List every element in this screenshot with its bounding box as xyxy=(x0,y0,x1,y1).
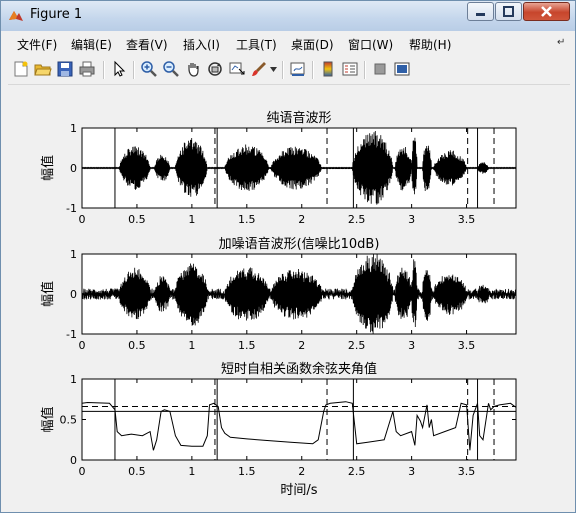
subplot-2: 0 0.5 1 1.5 2 2.5 3 3.5-101加噪语音波形(信噪比10dB)幅值 xyxy=(40,236,517,352)
menu-view[interactable]: 查看(V) xyxy=(126,36,168,53)
x-tick-label: 0.5 xyxy=(128,339,146,352)
x-tick-label: 2.5 xyxy=(348,213,366,226)
maximize-icon xyxy=(503,6,514,17)
x-tick-label: 3 xyxy=(408,213,415,226)
axes-background xyxy=(82,379,516,460)
menu-file[interactable]: 文件(F) xyxy=(17,36,57,53)
y-tick-label: 1 xyxy=(70,373,77,386)
menu-help[interactable]: 帮助(H) xyxy=(409,36,451,53)
x-tick-label: 1.5 xyxy=(238,213,256,226)
close-icon xyxy=(541,6,552,17)
brush-dropdown-arrow-icon[interactable] xyxy=(270,67,277,73)
y-tick-label: 1 xyxy=(70,248,77,261)
x-tick-label: 1 xyxy=(188,213,195,226)
figure-window: Figure 1 文件(F) 编辑(E) 查看(V) 插入(I) 工具(T) 桌… xyxy=(0,0,576,513)
menu-dock-arrow-icon[interactable]: ↵ xyxy=(557,37,565,48)
x-tick-label: 3 xyxy=(408,339,415,352)
x-tick-label: 0 xyxy=(79,213,86,226)
figure-canvas: 0 0.5 1 1.5 2 2.5 3 3.5 -1 0 1 纯语音波形 幅值 0 0.5 1 1.5 2 2.5 3… xyxy=(8,87,570,505)
menu-edit[interactable]: 编辑(E) xyxy=(71,36,112,53)
x-tick-label: 3.5 xyxy=(458,213,476,226)
menu-insert[interactable]: 插入(I) xyxy=(183,36,220,53)
subplot-1: 0 0.5 1 1.5 2 2.5 3 3.5-101纯语音波形幅值 xyxy=(40,110,517,226)
x-tick-label: 3 xyxy=(408,465,415,478)
open-file-icon[interactable] xyxy=(34,60,52,78)
x-tick-label: 2 xyxy=(298,213,305,226)
x-tick-label: 1 xyxy=(188,339,195,352)
plots-svg: 0 0.5 1 1.5 2 2.5 3 3.5-101纯语音波形幅值0 0.5 1 1.5 2 2.5 3… xyxy=(40,110,517,498)
toolbar-separator xyxy=(133,61,135,79)
menu-tools[interactable]: 工具(T) xyxy=(236,36,277,53)
close-button[interactable] xyxy=(523,2,570,21)
rotate-3d-icon[interactable] xyxy=(206,60,224,78)
subplot-title: 纯语音波形 xyxy=(266,110,331,126)
title-bar[interactable]: Figure 1 xyxy=(1,1,575,31)
print-icon[interactable] xyxy=(78,60,96,78)
x-tick-label: 1 xyxy=(188,465,195,478)
toolbar-separator xyxy=(364,61,366,79)
y-tick-label: -1 xyxy=(66,328,77,341)
y-tick-label: -1 xyxy=(66,202,77,215)
pointer-icon[interactable] xyxy=(110,60,128,78)
y-axis-label: 幅值 xyxy=(40,406,56,432)
x-tick-label: 2 xyxy=(298,465,305,478)
matlab-app-icon xyxy=(9,11,23,21)
subplot-title: 加噪语音波形(信噪比10dB) xyxy=(219,236,380,252)
toolbar-separator xyxy=(282,61,284,79)
minimize-icon xyxy=(476,13,485,16)
y-tick-label: 1 xyxy=(70,122,77,135)
new-figure-icon[interactable] xyxy=(12,60,30,78)
y-tick-label: 0 xyxy=(70,288,77,301)
x-tick-label: 0 xyxy=(79,339,86,352)
save-icon[interactable] xyxy=(56,60,74,78)
x-tick-label: 3.5 xyxy=(458,465,476,478)
y-tick-label: 0 xyxy=(70,162,77,175)
minimize-button[interactable] xyxy=(467,2,494,21)
toolbar-separator xyxy=(312,61,314,79)
zoom-out-icon[interactable] xyxy=(162,60,180,78)
y-axis-label: 幅值 xyxy=(40,155,56,181)
x-tick-label: 2.5 xyxy=(348,339,366,352)
x-tick-label: 3.5 xyxy=(458,339,476,352)
menu-desktop[interactable]: 桌面(D) xyxy=(291,36,334,53)
x-axis-label: 时间/s xyxy=(280,483,317,498)
subplot-3: 0 0.5 1 1.5 2 2.5 3 3.5 0 0.5 1 短时自相关函数余弦夹角值幅值时间/s xyxy=(40,361,517,498)
x-tick-label: 2 xyxy=(298,339,305,352)
x-tick-label: 0.5 xyxy=(128,465,146,478)
y-tick-label: 0 xyxy=(70,454,77,467)
figure-toolbar xyxy=(8,56,570,85)
colorbar-icon[interactable] xyxy=(319,60,337,78)
pan-icon[interactable] xyxy=(184,60,202,78)
y-axis-label: 幅值 xyxy=(40,281,56,307)
show-plot-tools-icon[interactable] xyxy=(393,60,411,78)
x-tick-label: 0.5 xyxy=(128,213,146,226)
hide-plot-tools-icon[interactable] xyxy=(371,60,389,78)
toolbar-separator xyxy=(103,61,105,79)
x-tick-label: 2.5 xyxy=(348,465,366,478)
zoom-in-icon[interactable] xyxy=(140,60,158,78)
link-plot-icon[interactable] xyxy=(289,60,307,78)
data-cursor-icon[interactable] xyxy=(228,60,246,78)
menu-window[interactable]: 窗口(W) xyxy=(348,36,393,53)
x-tick-label: 1.5 xyxy=(238,465,256,478)
maximize-button[interactable] xyxy=(495,2,522,21)
x-tick-label: 0 xyxy=(79,465,86,478)
menu-bar: 文件(F) 编辑(E) 查看(V) 插入(I) 工具(T) 桌面(D) 窗口(W… xyxy=(8,32,570,54)
y-tick-label: 0.5 xyxy=(60,414,78,427)
x-tick-label: 1.5 xyxy=(238,339,256,352)
brush-icon[interactable] xyxy=(250,60,268,78)
window-title: Figure 1 xyxy=(30,7,83,22)
legend-icon[interactable] xyxy=(341,60,359,78)
subplot-title: 短时自相关函数余弦夹角值 xyxy=(221,361,377,377)
